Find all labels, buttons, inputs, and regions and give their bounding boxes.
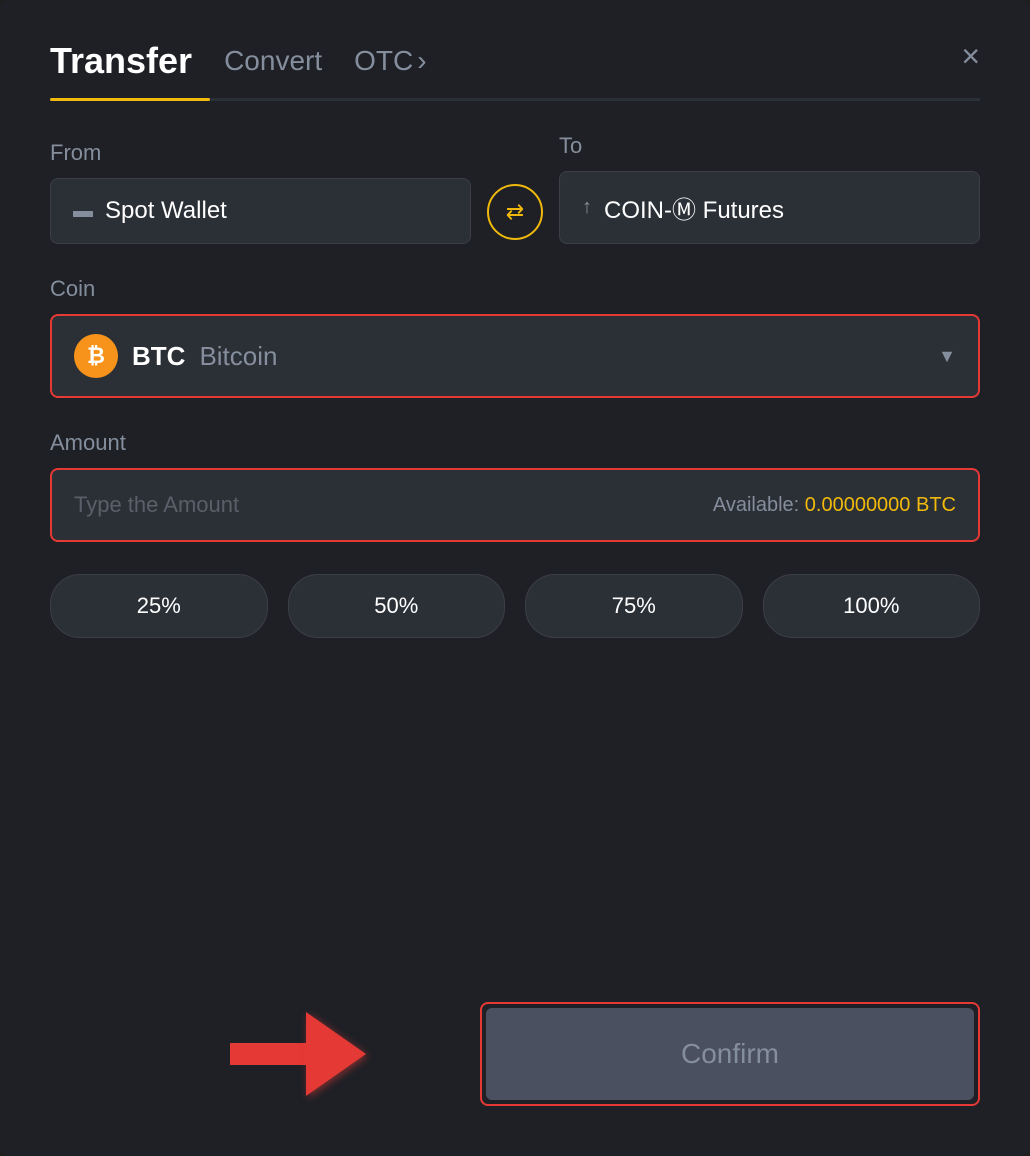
swap-icon: ⇄	[506, 199, 524, 225]
arrow-right-icon	[306, 1012, 366, 1096]
available-text: Available: 0.00000000 BTC	[713, 494, 956, 517]
pct-50-button[interactable]: 50%	[288, 574, 506, 638]
coin-select-dropdown[interactable]: ₿ BTC Bitcoin ▼	[50, 314, 980, 398]
tab-otc[interactable]: OTC ›	[354, 45, 426, 77]
amount-placeholder[interactable]: Type the Amount	[74, 492, 239, 518]
arrow-indicator	[230, 1012, 366, 1096]
confirm-button-wrapper: Confirm	[480, 1002, 980, 1106]
tab-convert[interactable]: Convert	[224, 45, 322, 77]
pct-75-button[interactable]: 75%	[525, 574, 743, 638]
from-to-section: From ▬ Spot Wallet ⇄ To ↑ COIN-Ⓜ Futures	[50, 133, 980, 244]
to-column: To ↑ COIN-Ⓜ Futures	[559, 133, 980, 244]
tab-active-indicator	[50, 98, 210, 101]
pct-25-button[interactable]: 25%	[50, 574, 268, 638]
btc-icon: ₿	[74, 334, 118, 378]
from-label: From	[50, 140, 471, 166]
to-wallet-select[interactable]: ↑ COIN-Ⓜ Futures	[559, 171, 980, 244]
futures-icon: ↑	[582, 196, 592, 219]
swap-button[interactable]: ⇄	[487, 184, 543, 240]
tab-underline-container	[50, 98, 980, 101]
coin-section: Coin ₿ BTC Bitcoin ▼	[50, 276, 980, 398]
coin-label: Coin	[50, 276, 980, 302]
tab-transfer[interactable]: Transfer	[50, 40, 192, 82]
coin-chevron-icon: ▼	[938, 346, 956, 367]
from-column: From ▬ Spot Wallet	[50, 140, 471, 244]
confirm-button[interactable]: Confirm	[486, 1008, 974, 1100]
coin-fullname: Bitcoin	[199, 341, 277, 372]
modal-header: Transfer Convert OTC › ×	[50, 40, 980, 82]
percentage-buttons: 25% 50% 75% 100%	[50, 574, 980, 638]
from-wallet-select[interactable]: ▬ Spot Wallet	[50, 178, 471, 244]
from-to-row: From ▬ Spot Wallet ⇄ To ↑ COIN-Ⓜ Futures	[50, 133, 980, 244]
swap-button-container: ⇄	[471, 184, 559, 244]
close-button[interactable]: ×	[961, 40, 980, 72]
from-wallet-name: Spot Wallet	[105, 197, 227, 225]
bottom-section: Confirm	[50, 1002, 980, 1106]
transfer-modal: Transfer Convert OTC › × From ▬ Spot Wal…	[0, 0, 1030, 1156]
amount-input-row: Type the Amount Available: 0.00000000 BT…	[50, 468, 980, 542]
amount-section: Amount Type the Amount Available: 0.0000…	[50, 430, 980, 542]
arrow-shaft	[230, 1043, 310, 1065]
coin-symbol: BTC	[132, 341, 185, 372]
wallet-card-icon: ▬	[73, 200, 93, 223]
to-wallet-name: COIN-Ⓜ Futures	[604, 190, 784, 225]
available-amount: 0.00000000 BTC	[805, 494, 956, 516]
amount-label: Amount	[50, 430, 980, 456]
pct-100-button[interactable]: 100%	[763, 574, 981, 638]
to-label: To	[559, 133, 980, 159]
